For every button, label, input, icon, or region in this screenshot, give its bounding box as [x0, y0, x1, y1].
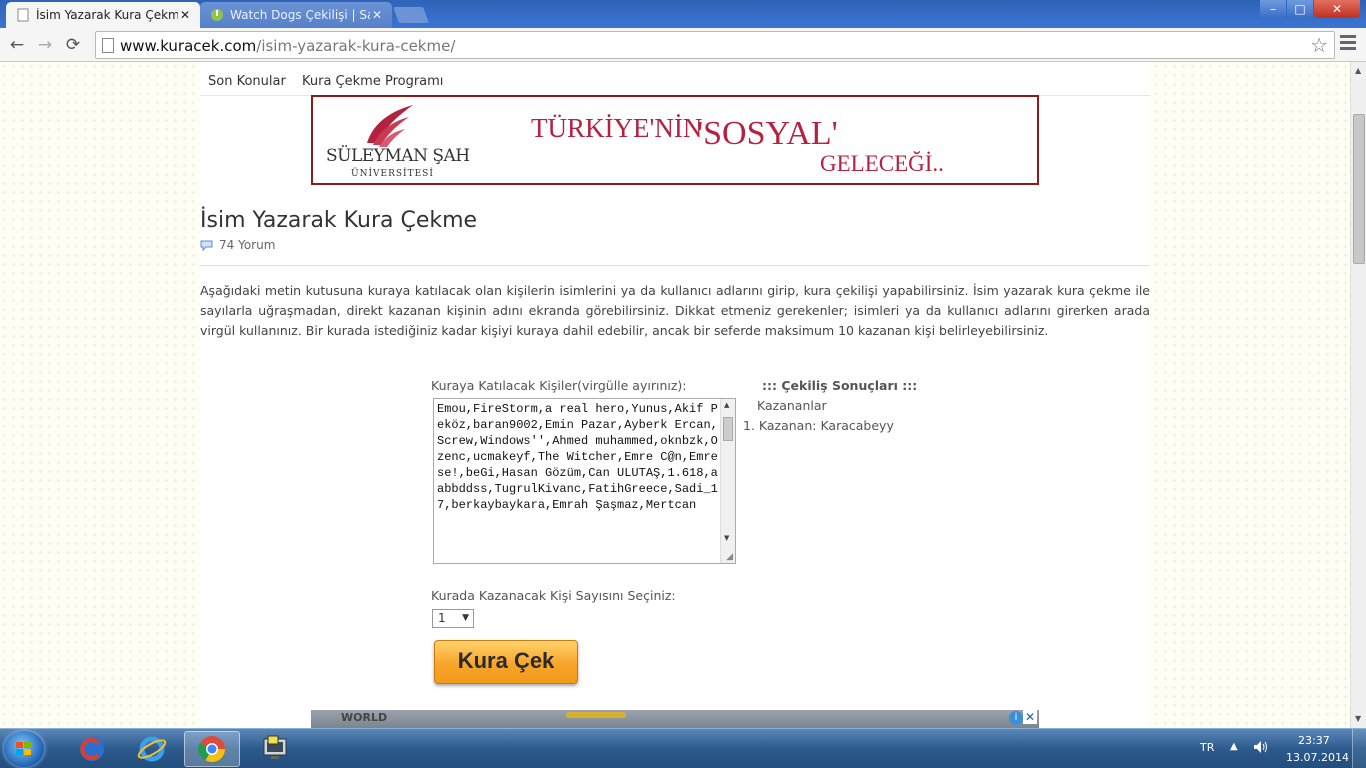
- page-favicon-icon: [16, 8, 30, 22]
- taskbar-app-chrome[interactable]: [184, 731, 240, 767]
- chrome-menu-icon[interactable]: [1340, 35, 1356, 51]
- ad-info-icon[interactable]: i: [1009, 711, 1023, 725]
- winner-count-select[interactable]: 1 ▼: [432, 609, 474, 628]
- plane-image: [566, 712, 626, 718]
- university-subtitle: ÜNİVERSİTESİ: [351, 169, 434, 179]
- tab-title: İsim Yazarak Kura Çekme |: [36, 8, 178, 22]
- comment-bubble-icon: [200, 240, 213, 251]
- page-viewport: Son Konular Kura Çekme Programı SÜLEYMAN…: [0, 62, 1350, 728]
- back-arrow-icon[interactable]: ←: [6, 34, 28, 56]
- university-name: SÜLEYMAN ŞAH: [326, 146, 470, 166]
- intro-paragraph: Aşağıdaki metin kutusuna kuraya katılaca…: [200, 283, 1150, 338]
- windows-taskbar: TR ▲ 23:37 13.07.2014: [0, 728, 1366, 768]
- windows-flag-icon: [16, 742, 31, 755]
- tray-expand-icon[interactable]: ▲: [1230, 741, 1238, 752]
- page-scrollbar[interactable]: ▲ ▼: [1350, 62, 1366, 728]
- entries-textarea[interactable]: Emou,FireStorm,a real hero,Yunus,Akif Pe…: [433, 398, 736, 564]
- browser-toolbar: ← → ⟳ www.kuracek.com/isim-yazarak-kura-…: [0, 28, 1366, 62]
- scroll-up-icon[interactable]: ▲: [724, 401, 729, 409]
- new-tab-button[interactable]: [393, 7, 429, 23]
- winner-count-label: Kurada Kazanacak Kişi Sayısını Seçiniz:: [431, 588, 676, 603]
- nav-item-kura-cekme-programi[interactable]: Kura Çekme Programı: [302, 74, 443, 89]
- comments-link[interactable]: 74 Yorum: [200, 238, 275, 252]
- tab-title: Watch Dogs Çekilişi | Sayfa: [230, 8, 370, 22]
- internet-explorer-icon: [137, 736, 167, 762]
- winner-item: 1. Kazanan: Karacabeyy: [743, 418, 894, 433]
- taskbar-app-ccleaner[interactable]: [64, 731, 120, 767]
- content-column: Son Konular Kura Çekme Programı SÜLEYMAN…: [200, 62, 1150, 728]
- tab-close-icon[interactable]: ✕: [370, 8, 384, 22]
- taskbar-app-computer[interactable]: [246, 731, 302, 767]
- chrome-icon: [198, 736, 226, 763]
- scroll-down-icon[interactable]: ▼: [724, 534, 729, 542]
- taskbar-app-internet-explorer[interactable]: [124, 731, 180, 767]
- bottom-ad-banner[interactable]: WORLD i ✕: [311, 710, 1039, 728]
- ad-text: WORLD: [341, 711, 388, 724]
- entries-text: Emou,FireStorm,a real hero,Yunus,Akif Pe…: [437, 402, 718, 512]
- page-icon: [102, 38, 114, 53]
- dropdown-arrow-icon: ▼: [462, 613, 469, 623]
- textarea-scrollbar[interactable]: ▲ ▼: [720, 399, 735, 563]
- results-title: ::: Çekiliş Sonuçları :::: [762, 378, 918, 393]
- resize-grip-icon[interactable]: ◢: [726, 552, 733, 562]
- tab-inactive[interactable]: Watch Dogs Çekilişi | Sayfa ✕: [200, 2, 392, 28]
- page-scroll-thumb[interactable]: [1353, 114, 1365, 264]
- nav-item-son-konular[interactable]: Son Konular: [208, 74, 286, 89]
- show-desktop-button[interactable]: [1352, 729, 1366, 768]
- tab-close-icon[interactable]: ✕: [178, 8, 192, 22]
- page-title: İsim Yazarak Kura Çekme: [200, 208, 478, 233]
- slogan-line-3: GELECEĞİ..: [820, 151, 944, 176]
- winner-count-value: 1: [438, 611, 446, 625]
- slogan-line-2: 'SOSYAL': [697, 115, 838, 152]
- reload-icon[interactable]: ⟳: [62, 34, 84, 56]
- winners-label: Kazananlar: [757, 398, 827, 413]
- clock-time[interactable]: 23:37: [1298, 734, 1330, 747]
- ccleaner-icon: [80, 737, 104, 761]
- divider: [200, 265, 1150, 266]
- address-bar[interactable]: www.kuracek.com/isim-yazarak-kura-cekme/…: [95, 31, 1335, 59]
- ad-close-icon[interactable]: ✕: [1023, 710, 1037, 724]
- url-text: www.kuracek.com/isim-yazarak-kura-cekme/: [120, 37, 456, 55]
- clock-date[interactable]: 13.07.2014: [1286, 751, 1349, 764]
- slogan-line-1: TÜRKİYE'NİN: [531, 113, 703, 143]
- forward-arrow-icon[interactable]: →: [34, 34, 56, 56]
- comments-count: 74 Yorum: [219, 238, 276, 252]
- bookmark-star-icon[interactable]: ☆: [1310, 33, 1328, 57]
- draw-button[interactable]: Kura Çek: [434, 640, 578, 684]
- start-button[interactable]: [4, 731, 44, 767]
- language-indicator[interactable]: TR: [1200, 741, 1214, 754]
- university-banner-ad[interactable]: SÜLEYMAN ŞAH ÜNİVERSİTESİ TÜRKİYE'NİN 'S…: [311, 95, 1039, 185]
- computer-monitor-icon: [263, 735, 287, 759]
- browser-titlebar: İsim Yazarak Kura Çekme | ✕ Watch Dogs Ç…: [0, 0, 1366, 28]
- tab-active[interactable]: İsim Yazarak Kura Çekme | ✕: [6, 2, 200, 28]
- close-button[interactable]: ✕: [1314, 0, 1360, 18]
- scroll-up-icon[interactable]: ▲: [1355, 66, 1361, 75]
- scroll-down-icon[interactable]: ▼: [1355, 714, 1361, 723]
- power-favicon-icon: [210, 8, 224, 22]
- scroll-thumb[interactable]: [723, 417, 733, 441]
- maximize-button[interactable]: □: [1287, 0, 1313, 18]
- entries-label: Kuraya Katılacak Kişiler(virgülle ayırın…: [431, 378, 687, 393]
- university-logo-icon: [367, 105, 413, 147]
- site-nav: Son Konular Kura Çekme Programı: [200, 66, 1150, 96]
- speaker-icon[interactable]: [1252, 739, 1268, 755]
- minimize-button[interactable]: –: [1260, 0, 1286, 18]
